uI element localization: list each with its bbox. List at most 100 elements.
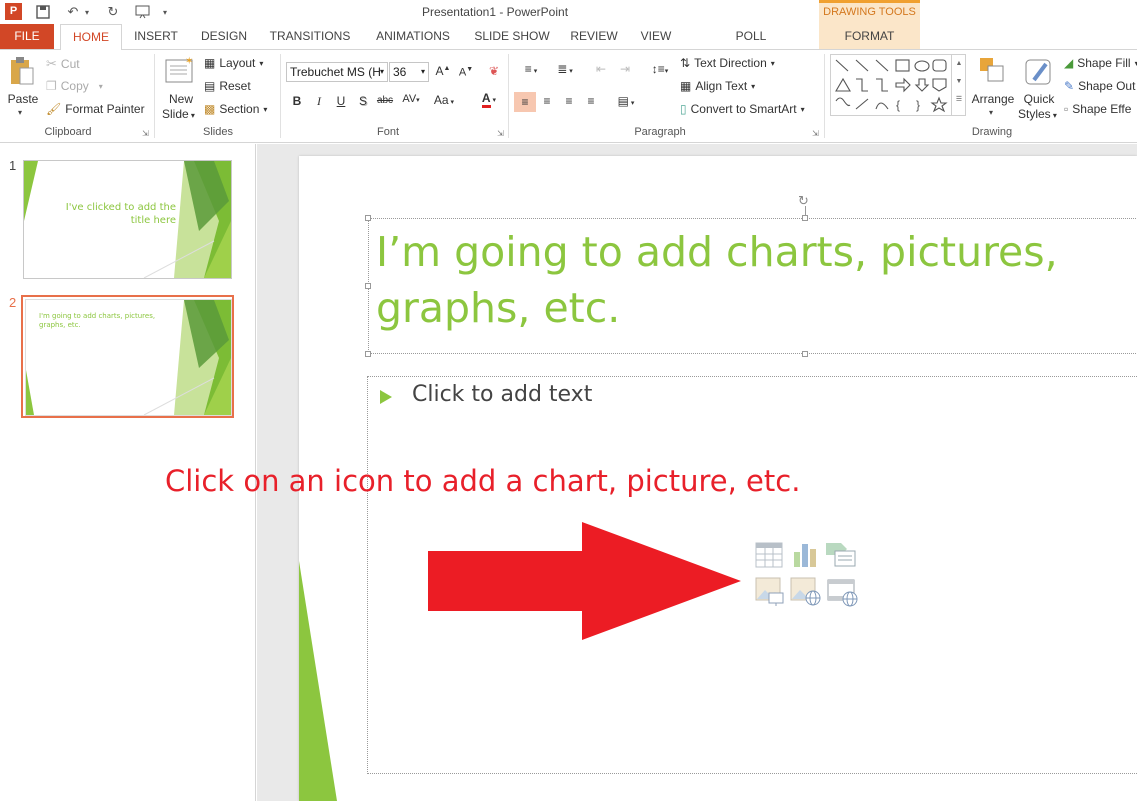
tab-design[interactable]: DESIGN (198, 24, 250, 49)
arrange-label: Arrange (971, 92, 1015, 106)
clipboard-launcher-icon[interactable]: ⇲ (142, 129, 149, 138)
text-direction-button[interactable]: ⇅ Text Direction ▾ (680, 56, 775, 70)
tab-file[interactable]: FILE (0, 24, 54, 49)
tab-view[interactable]: VIEW (636, 24, 676, 49)
paste-button[interactable]: Paste ▾ (6, 54, 38, 120)
table-icon[interactable] (755, 542, 783, 568)
copy-button[interactable]: ❐ Copy ▾ (46, 79, 103, 93)
layout-button[interactable]: ▦ Layout ▾ (204, 56, 263, 70)
tab-transitions[interactable]: TRANSITIONS (266, 24, 354, 49)
new-slide-button[interactable]: ✶ New Slide ▾ (162, 54, 200, 121)
format-painter-button[interactable]: 🖌 Format Painter (46, 102, 145, 116)
bullets-icon[interactable]: ≡ ▾ (516, 62, 546, 76)
tab-review[interactable]: REVIEW (568, 24, 620, 49)
smartart-icon[interactable] (825, 542, 857, 568)
shape-outline-label: Shape Out (1078, 79, 1136, 93)
change-case-button[interactable]: Aa ▾ (430, 93, 458, 107)
reset-icon: ▤ (204, 79, 216, 93)
decrease-font-size-icon[interactable]: A▼ (457, 66, 475, 79)
resize-handle[interactable] (365, 351, 371, 357)
body-placeholder-text[interactable]: Click to add text (412, 382, 592, 407)
svg-text:{: { (896, 98, 900, 112)
font-family-select[interactable]: Trebuchet MS (H ▾ (286, 62, 388, 82)
cut-button[interactable]: ✂ Cut (46, 56, 80, 72)
quick-styles-button[interactable]: Quick Styles ▾ (1016, 54, 1062, 124)
shape-effects-label: Shape Effe (1072, 102, 1132, 116)
thumbnail-inner: I'm going to add charts, pictures, graph… (25, 299, 232, 416)
online-pictures-icon[interactable] (790, 577, 822, 607)
numbering-icon[interactable]: ≣ ▾ (550, 62, 580, 76)
quick-styles-icon (1025, 59, 1051, 85)
columns-icon[interactable]: ▤ ▾ (612, 94, 640, 108)
shape-fill-button[interactable]: ◢ Shape Fill ▾ (1064, 56, 1137, 70)
section-button[interactable]: ▩ Section ▾ (204, 102, 267, 116)
resize-handle[interactable] (365, 283, 371, 289)
pictures-icon[interactable] (755, 577, 785, 607)
shape-effects-button[interactable]: ▫ Shape Effe (1064, 102, 1131, 116)
line-spacing-icon[interactable]: ↕≡▾ (646, 62, 674, 76)
paragraph-launcher-icon[interactable]: ⇲ (812, 129, 819, 138)
resize-handle[interactable] (365, 215, 371, 221)
font-color-button[interactable]: A ▾ (474, 91, 504, 108)
font-size-select[interactable]: 36 ▾ (389, 62, 429, 82)
bullet-arrow-icon (380, 390, 392, 404)
thumbnail-number: 1 (9, 158, 17, 173)
text-direction-icon: ⇅ (680, 56, 691, 70)
text-shadow-button[interactable]: S (354, 94, 372, 108)
copy-icon: ❐ (46, 79, 57, 93)
separator (508, 54, 509, 138)
tab-home[interactable]: HOME (60, 24, 122, 50)
chart-icon[interactable] (791, 542, 819, 568)
align-right-icon[interactable]: ≡ (560, 94, 578, 108)
align-text-button[interactable]: ▦ Align Text ▾ (680, 79, 755, 93)
shape-effects-icon: ▫ (1064, 102, 1069, 116)
tab-slide-show[interactable]: SLIDE SHOW (472, 24, 552, 49)
shape-fill-icon: ◢ (1064, 56, 1074, 70)
video-icon[interactable] (827, 577, 859, 607)
tab-format[interactable]: FORMAT (819, 24, 920, 49)
justify-icon[interactable]: ≡ (582, 94, 600, 108)
text-direction-dropdown-icon: ▾ (770, 58, 775, 68)
italic-button[interactable]: I (310, 94, 328, 109)
separator (824, 54, 825, 138)
increase-indent-icon[interactable]: ⇥ (616, 62, 634, 76)
bold-button[interactable]: B (288, 94, 306, 108)
shapes-gallery[interactable]: {} ▲ ▼ ☰ (830, 54, 966, 116)
arrange-button[interactable]: Arrange ▾ (970, 54, 1016, 120)
tab-poll-everywhere[interactable]: POLL EVERYWHERE (692, 24, 810, 67)
increase-font-size-icon[interactable]: A▲ (434, 64, 452, 78)
quick-styles-label-2: Styles ▾ (1018, 107, 1057, 121)
font-size-dropdown-icon: ▾ (420, 67, 425, 76)
rotate-handle-icon[interactable]: ↻ (798, 193, 809, 209)
slides-group-label: Slides (203, 126, 233, 138)
drawing-tools-tab-group: DRAWING TOOLS (819, 0, 920, 24)
tab-insert[interactable]: INSERT (130, 24, 182, 49)
underline-button[interactable]: U (332, 94, 350, 108)
decrease-indent-icon[interactable]: ⇤ (592, 62, 610, 76)
convert-smartart-button[interactable]: ▯ Convert to SmartArt ▾ (680, 102, 805, 116)
layout-label: Layout (219, 56, 256, 70)
resize-handle[interactable] (802, 351, 808, 357)
reset-button[interactable]: ▤ Reset (204, 79, 251, 93)
reset-label: Reset (219, 79, 251, 93)
paste-label: Paste (7, 92, 39, 106)
clear-formatting-icon[interactable]: ❦ (485, 64, 503, 78)
smartart-icon: ▯ (680, 102, 687, 116)
svg-text:}: } (916, 98, 920, 112)
cut-label: Cut (60, 57, 80, 71)
shape-outline-button[interactable]: ✎ Shape Out (1064, 79, 1135, 93)
slide-title[interactable]: I’m going to add charts, pictures, graph… (376, 224, 1096, 336)
slide-thumbnail-2[interactable]: I'm going to add charts, pictures, graph… (21, 295, 234, 418)
slide-thumbnail-1[interactable]: I've clicked to add the title here (23, 160, 232, 279)
separator (280, 54, 281, 138)
shape-outline-icon: ✎ (1064, 79, 1075, 93)
shapes-scroll[interactable]: ▲ ▼ ☰ (951, 55, 966, 115)
font-launcher-icon[interactable]: ⇲ (497, 129, 504, 138)
ribbon-tabs: FILE HOME INSERT DESIGN TRANSITIONS ANIM… (0, 24, 1137, 67)
character-spacing-button[interactable]: AV▾ (398, 93, 424, 105)
paste-icon (11, 57, 34, 85)
tab-animations[interactable]: ANIMATIONS (370, 24, 456, 49)
align-left-icon[interactable]: ≡ (514, 92, 536, 112)
align-center-icon[interactable]: ≡ (538, 94, 556, 108)
strikethrough-button[interactable]: abc (374, 95, 396, 106)
